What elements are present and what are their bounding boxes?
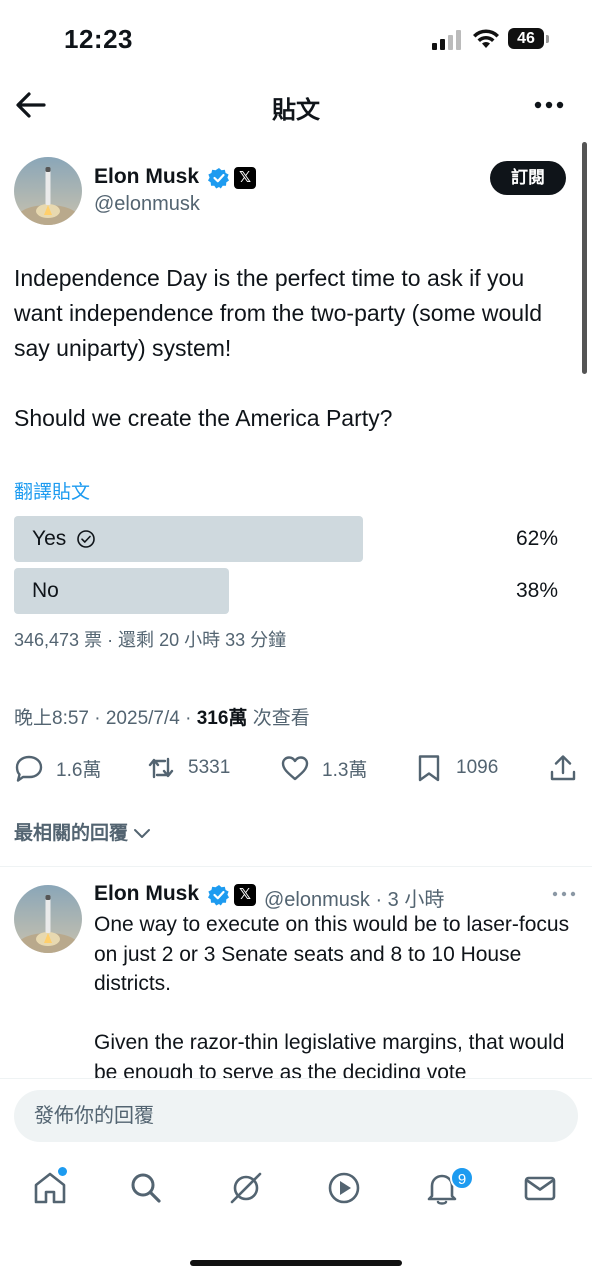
grok-icon[interactable] <box>228 1170 264 1206</box>
reply-avatar[interactable] <box>14 885 82 953</box>
reply-more-icon[interactable] <box>552 890 576 898</box>
poll-option-label: Yes <box>32 527 67 550</box>
post-text: Independence Day is the perfect time to … <box>14 265 543 431</box>
view-count[interactable]: 316萬 <box>197 708 248 729</box>
battery-indicator: 46 <box>508 28 544 49</box>
repost-count: 5331 <box>188 757 231 778</box>
reply-input[interactable]: 發佈你的回覆 <box>14 1090 578 1142</box>
reply-handle-time[interactable]: @elonmusk · 3 小時 <box>264 883 444 912</box>
reply-icon <box>15 755 43 782</box>
verified-badge-icon[interactable] <box>208 167 230 189</box>
views-suffix: 次查看 <box>247 708 310 729</box>
heart-icon <box>281 756 309 781</box>
search-icon[interactable] <box>128 1170 164 1206</box>
poll-percent: 38% <box>515 579 558 602</box>
poll-bar-yes <box>14 516 363 562</box>
messages-mail-icon[interactable] <box>522 1170 558 1206</box>
share-button[interactable] <box>548 752 578 784</box>
poll-option-yes: Yes 62% <box>14 516 562 562</box>
author-name[interactable]: Elon Musk <box>94 165 199 189</box>
status-bar: 12:23 46 <box>0 0 592 80</box>
repost-icon <box>148 757 174 779</box>
post-timestamp: 晚上8:57 · 2025/7/4 · 316萬 次查看 <box>14 703 310 730</box>
author-handle[interactable]: @elonmusk <box>94 193 200 216</box>
check-circle-icon <box>77 530 95 548</box>
home-new-indicator <box>58 1167 67 1176</box>
rocket-launch-image <box>14 885 82 953</box>
notification-count-badge: 9 <box>450 1166 474 1190</box>
video-play-icon[interactable] <box>326 1170 362 1206</box>
translate-post-link[interactable]: 翻譯貼文 <box>14 477 90 504</box>
cellular-signal-icon <box>432 30 461 50</box>
wifi-icon <box>473 29 499 48</box>
share-icon <box>550 755 576 781</box>
poll-meta: 346,473 票 · 還剩 20 小時 33 分鐘 <box>14 630 287 650</box>
header: 貼文 <box>0 80 592 130</box>
like-count: 1.3萬 <box>322 759 368 781</box>
divider <box>0 866 592 867</box>
reply-author-name[interactable]: Elon Musk <box>94 882 199 906</box>
timestamp-text: 晚上8:57 · 2025/7/4 · <box>14 708 197 729</box>
poll-option-no: No 38% <box>14 568 562 614</box>
x-affiliation-badge[interactable]: 𝕏 <box>234 884 256 906</box>
page-title: 貼文 <box>272 97 320 124</box>
battery-cap <box>546 35 549 43</box>
bookmark-icon <box>418 755 440 782</box>
poll-option-label: No <box>32 579 59 602</box>
reply-text: One way to execute on this would be to l… <box>94 913 570 1084</box>
rocket-launch-image <box>14 157 82 225</box>
subscribe-button[interactable]: 訂閱 <box>490 161 566 195</box>
tab-bar <box>0 1160 592 1220</box>
bookmark-button[interactable]: 1096 <box>414 752 498 784</box>
chevron-down-icon <box>134 828 151 838</box>
poll-percent: 62% <box>515 527 558 550</box>
repost-button[interactable]: 5331 <box>146 752 230 784</box>
more-options-icon[interactable] <box>534 100 564 110</box>
verified-badge-icon[interactable] <box>208 884 230 906</box>
reply-count: 1.6萬 <box>56 759 102 781</box>
sort-replies-dropdown[interactable]: 最相關的回覆 <box>14 818 151 845</box>
like-button[interactable]: 1.3萬 <box>280 752 367 784</box>
home-indicator[interactable] <box>190 1260 402 1266</box>
status-time: 12:23 <box>64 24 133 54</box>
avatar[interactable] <box>14 157 82 225</box>
x-affiliation-badge[interactable]: 𝕏 <box>234 167 256 189</box>
bookmark-count: 1096 <box>456 757 499 778</box>
sort-label-text: 最相關的回覆 <box>14 823 129 844</box>
scrollbar[interactable] <box>582 142 587 374</box>
reply-button[interactable]: 1.6萬 <box>14 752 101 784</box>
